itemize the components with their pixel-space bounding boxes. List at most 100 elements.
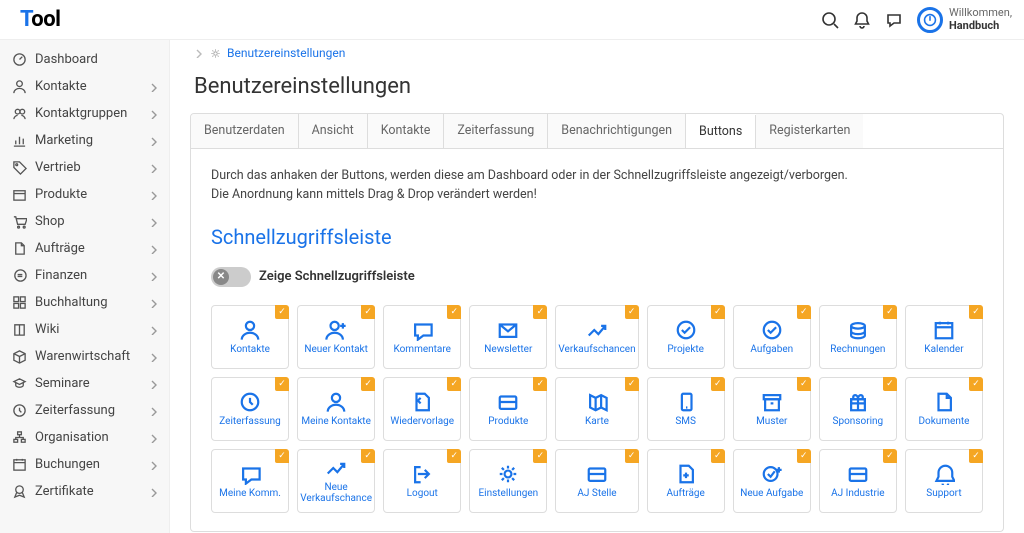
tile-verkaufschancen[interactable]: ✓Verkaufschancen xyxy=(555,305,638,369)
tile-karte[interactable]: ✓ Karte xyxy=(555,377,638,441)
sidebar-item-shop[interactable]: Shop xyxy=(0,208,169,235)
check-icon[interactable]: ✓ xyxy=(969,305,983,319)
check-icon[interactable]: ✓ xyxy=(275,305,289,319)
check-icon[interactable]: ✓ xyxy=(969,449,983,463)
tab-zeiterfassung[interactable]: Zeiterfassung xyxy=(444,114,548,148)
tab-ansicht[interactable]: Ansicht xyxy=(299,114,368,148)
sidebar-item-zertifikate[interactable]: Zertifikate xyxy=(0,478,169,505)
sidebar-item-organisation[interactable]: Organisation xyxy=(0,424,169,451)
tile-neue-aufgabe[interactable]: ✓Neue Aufgabe xyxy=(733,449,811,513)
check-icon[interactable]: ✓ xyxy=(447,377,461,391)
tile-muster[interactable]: ✓Muster xyxy=(733,377,811,441)
sidebar-item-produkte[interactable]: Produkte xyxy=(0,181,169,208)
gear-icon xyxy=(497,463,519,485)
user-menu[interactable]: Willkommen, Handbuch xyxy=(917,7,1012,33)
check-icon[interactable]: ✓ xyxy=(883,305,897,319)
tab-benutzerdaten[interactable]: Benutzerdaten xyxy=(191,114,299,148)
check-icon[interactable]: ✓ xyxy=(361,377,375,391)
tile-neue-verkaufschance[interactable]: ✓Neue Verkaufschance xyxy=(297,449,375,513)
tile-meine-kontakte[interactable]: ✓Meine Kontakte xyxy=(297,377,375,441)
check-icon[interactable]: ✓ xyxy=(797,377,811,391)
chat-icon[interactable] xyxy=(885,11,903,29)
tile-auftr-ge[interactable]: ✓Aufträge xyxy=(647,449,725,513)
tile-zeiterfassung[interactable]: ✓Zeiterfassung xyxy=(211,377,289,441)
tile-support[interactable]: ✓Support xyxy=(905,449,983,513)
sidebar-item-label: Produkte xyxy=(35,187,87,202)
quickbar-toggle[interactable]: ✕ xyxy=(211,267,251,287)
tab-kontakte[interactable]: Kontakte xyxy=(368,114,445,148)
sidebar-item-finanzen[interactable]: Finanzen xyxy=(0,262,169,289)
check-icon[interactable]: ✓ xyxy=(275,377,289,391)
sidebar-item-vertrieb[interactable]: Vertrieb xyxy=(0,154,169,181)
sidebar-item-zeiterfassung[interactable]: Zeiterfassung xyxy=(0,397,169,424)
check-icon[interactable]: ✓ xyxy=(625,377,639,391)
tile-newsletter[interactable]: ✓Newsletter xyxy=(469,305,547,369)
sidebar-item-marketing[interactable]: Marketing xyxy=(0,127,169,154)
card-icon xyxy=(847,463,869,485)
sidebar-item-dashboard[interactable]: Dashboard xyxy=(0,46,169,73)
bell-icon xyxy=(933,463,955,485)
check-icon[interactable]: ✓ xyxy=(625,449,639,463)
check-icon[interactable]: ✓ xyxy=(533,377,547,391)
sidebar-item-aufträge[interactable]: Aufträge xyxy=(0,235,169,262)
tab-registerkarten[interactable]: Registerkarten xyxy=(756,114,863,148)
tile-produkte[interactable]: ✓Produkte xyxy=(469,377,547,441)
tile-meine-komm-[interactable]: ✓ Meine Komm. xyxy=(211,449,289,513)
tile-kontakte[interactable]: ✓Kontakte xyxy=(211,305,289,369)
tile-dokumente[interactable]: ✓Dokumente xyxy=(905,377,983,441)
chevron-right-icon xyxy=(149,136,159,146)
tile-neuer-kontakt[interactable]: ✓Neuer Kontakt xyxy=(297,305,375,369)
tile-wiedervorlage[interactable]: ✓Wiedervorlage xyxy=(383,377,461,441)
check-icon[interactable]: ✓ xyxy=(361,305,375,319)
card-icon xyxy=(586,463,608,485)
tag-icon xyxy=(12,160,27,175)
tile-label: Karte xyxy=(583,416,611,427)
check-icon[interactable]: ✓ xyxy=(797,305,811,319)
sidebar-item-buchungen[interactable]: Buchungen xyxy=(0,451,169,478)
check-icon[interactable]: ✓ xyxy=(711,449,725,463)
tile-logout[interactable]: ✓Logout xyxy=(383,449,461,513)
breadcrumb-link[interactable]: Benutzereinstellungen xyxy=(227,46,345,60)
check-icon[interactable]: ✓ xyxy=(883,449,897,463)
tile-kommentare[interactable]: ✓Kommentare xyxy=(383,305,461,369)
tile-aj-industrie[interactable]: ✓AJ Industrie xyxy=(819,449,897,513)
tile-aj-stelle[interactable]: ✓AJ Stelle xyxy=(555,449,638,513)
check-icon[interactable]: ✓ xyxy=(711,377,725,391)
tab-buttons[interactable]: Buttons xyxy=(686,115,756,149)
check-icon[interactable]: ✓ xyxy=(275,449,289,463)
tile-label: Meine Komm. xyxy=(217,488,283,499)
tile-rechnungen[interactable]: ✓Rechnungen xyxy=(819,305,897,369)
tile-sponsoring[interactable]: ✓Sponsoring xyxy=(819,377,897,441)
check-icon[interactable]: ✓ xyxy=(533,305,547,319)
sidebar-item-wiki[interactable]: Wiki xyxy=(0,316,169,343)
tile-label: Kalender xyxy=(922,344,965,355)
check-icon[interactable]: ✓ xyxy=(533,449,547,463)
tile-projekte[interactable]: ✓Projekte xyxy=(647,305,725,369)
bell-icon[interactable] xyxy=(853,11,871,29)
sidebar-item-kontaktgruppen[interactable]: Kontaktgruppen xyxy=(0,100,169,127)
check-icon[interactable]: ✓ xyxy=(447,449,461,463)
sidebar-item-warenwirtschaft[interactable]: Warenwirtschaft xyxy=(0,343,169,370)
sidebar: DashboardKontakteKontaktgruppenMarketing… xyxy=(0,40,170,533)
check-icon[interactable]: ✓ xyxy=(797,449,811,463)
tile-einstellungen[interactable]: ✓Einstellungen xyxy=(469,449,547,513)
check-icon[interactable]: ✓ xyxy=(361,449,375,463)
tile-aufgaben[interactable]: ✓Aufgaben xyxy=(733,305,811,369)
search-icon[interactable] xyxy=(821,11,839,29)
check-icon[interactable]: ✓ xyxy=(711,305,725,319)
check-icon[interactable]: ✓ xyxy=(625,305,639,319)
sidebar-item-label: Zeiterfassung xyxy=(35,403,115,418)
sidebar-item-kontakte[interactable]: Kontakte xyxy=(0,73,169,100)
sidebar-item-label: Zertifikate xyxy=(35,484,94,499)
tile-kalender[interactable]: ✓ Kalender xyxy=(905,305,983,369)
tile-sms[interactable]: ✓SMS xyxy=(647,377,725,441)
sidebar-item-seminare[interactable]: Seminare xyxy=(0,370,169,397)
personplus-icon xyxy=(325,319,347,341)
sidebar-item-buchhaltung[interactable]: Buchhaltung xyxy=(0,289,169,316)
hint-text: Durch das anhaken der Buttons, werden di… xyxy=(211,167,983,205)
tab-benachrichtigungen[interactable]: Benachrichtigungen xyxy=(548,114,686,148)
check-icon[interactable]: ✓ xyxy=(969,377,983,391)
sidebar-item-label: Finanzen xyxy=(35,268,87,283)
check-icon[interactable]: ✓ xyxy=(447,305,461,319)
check-icon[interactable]: ✓ xyxy=(883,377,897,391)
